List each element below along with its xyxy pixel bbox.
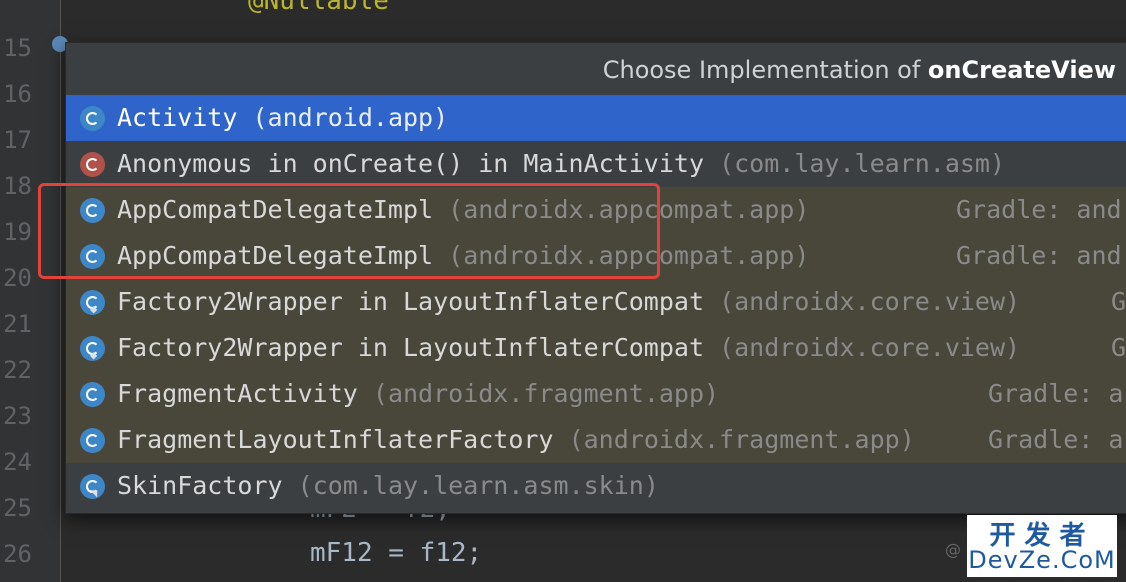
- list-item[interactable]: Activity (android.app): [66, 95, 1126, 141]
- item-source: G: [1111, 287, 1126, 316]
- popup-header: Choose Implementation of onCreateView: [66, 43, 1126, 95]
- list-item[interactable]: ◥ SkinFactory (com.lay.learn.asm.skin): [66, 463, 1126, 509]
- watermark-at: @: [945, 540, 961, 559]
- item-name: SkinFactory: [117, 471, 283, 500]
- item-name: FragmentLayoutInflaterFactory: [117, 425, 554, 454]
- item-name: Anonymous in onCreate() in MainActivity: [117, 149, 704, 178]
- item-package: (androidx.core.view): [719, 333, 1021, 362]
- item-source: Gradle: and: [956, 241, 1122, 270]
- class-icon: ◆: [80, 336, 105, 362]
- list-item[interactable]: Anonymous in onCreate() in MainActivity …: [66, 141, 1126, 187]
- line-number: 23: [3, 402, 32, 430]
- line-number: 19: [3, 218, 32, 246]
- class-icon: ◥: [80, 474, 105, 500]
- popup-title-method: onCreateView: [927, 56, 1116, 84]
- class-icon: [80, 106, 105, 131]
- item-package: (androidx.fragment.app): [372, 379, 720, 408]
- line-number: 20: [3, 264, 32, 292]
- item-name: Activity: [117, 103, 238, 132]
- item-package: (com.lay.learn.asm.skin): [297, 471, 659, 500]
- line-number: 15: [3, 34, 32, 62]
- class-icon: [80, 428, 105, 453]
- line-number: 25: [3, 494, 32, 522]
- class-icon: [80, 382, 105, 407]
- item-source: Gradle: a: [988, 425, 1124, 454]
- item-package: (androidx.core.view): [719, 287, 1021, 316]
- line-number: 21: [3, 310, 32, 338]
- class-icon: ◆: [80, 290, 105, 316]
- item-source: G: [1111, 333, 1126, 362]
- line-number: 18: [3, 172, 32, 200]
- list-item[interactable]: FragmentLayoutInflaterFactory (androidx.…: [66, 417, 1126, 463]
- item-source: Gradle: a: [988, 379, 1124, 408]
- watermark-logo: 开发者 DevZe.CoM: [967, 515, 1117, 577]
- popup-title-prefix: Choose Implementation of: [602, 56, 928, 84]
- line-number: 17: [3, 126, 32, 154]
- implementation-list: Activity (android.app) Anonymous in onCr…: [66, 95, 1126, 509]
- watermark-line2: DevZe.CoM: [968, 546, 1116, 574]
- item-name: Factory2Wrapper in LayoutInflaterCompat: [117, 287, 704, 316]
- line-number: 24: [3, 448, 32, 476]
- item-package: (androidx.fragment.app): [568, 425, 915, 454]
- item-name: Factory2Wrapper in LayoutInflaterCompat: [117, 333, 704, 362]
- gutter-divider: [60, 0, 61, 582]
- item-package: (com.lay.learn.asm): [719, 149, 1006, 178]
- line-number: 16: [3, 80, 32, 108]
- item-package: (android.app): [252, 103, 449, 132]
- line-number: 26: [3, 540, 32, 568]
- item-name: FragmentActivity: [117, 379, 358, 408]
- popup-title: Choose Implementation of onCreateView: [603, 56, 1116, 84]
- item-source: Gradle: and: [956, 195, 1122, 224]
- line-number: 22: [3, 356, 32, 384]
- highlight-annotation-box: [38, 183, 660, 279]
- code-annotation: @Nullable: [248, 0, 389, 16]
- list-item[interactable]: FragmentActivity (androidx.fragment.app)…: [66, 371, 1126, 417]
- code-line: mF12 = f12;: [310, 538, 483, 568]
- list-item[interactable]: ◆ Factory2Wrapper in LayoutInflaterCompa…: [66, 325, 1126, 371]
- list-item[interactable]: ◆ Factory2Wrapper in LayoutInflaterCompa…: [66, 279, 1126, 325]
- anonymous-class-icon: [80, 152, 105, 177]
